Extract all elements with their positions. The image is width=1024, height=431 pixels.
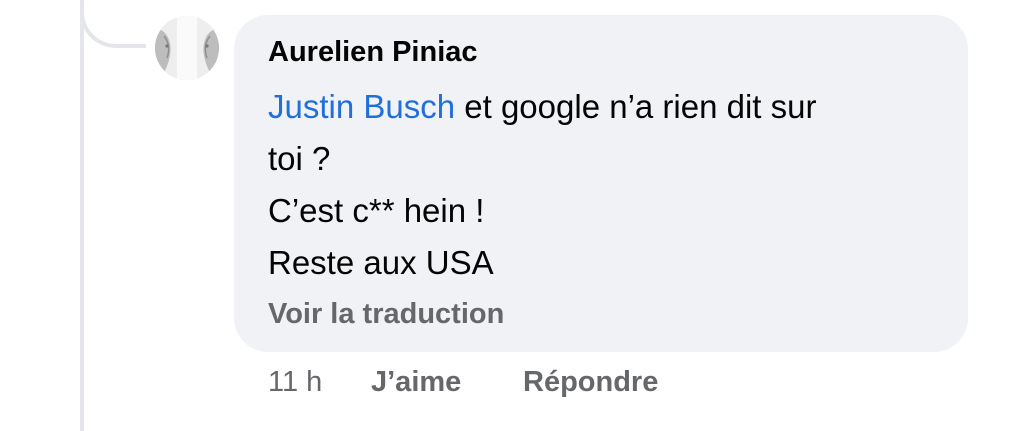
thread-connector: [80, 0, 146, 48]
comment-author[interactable]: Aurelien Piniac: [268, 36, 478, 69]
comment-text: Justin Busch et google n’a rien dit sur …: [268, 81, 948, 289]
see-translation-link[interactable]: Voir la traduction: [268, 298, 504, 331]
reply-button[interactable]: Répondre: [523, 366, 658, 399]
comment-line-1: Justin Busch et google n’a rien dit sur: [268, 81, 948, 133]
comment-line-4: Reste aux USA: [268, 244, 494, 281]
comment-timestamp[interactable]: 11 h: [268, 366, 322, 399]
comment-line-2: toi ?: [268, 140, 331, 177]
like-button[interactable]: J’aime: [371, 366, 461, 399]
profile-photo-icon: [155, 16, 219, 80]
mention-link[interactable]: Justin Busch: [268, 88, 455, 125]
comment-line-1-text: et google n’a rien dit sur: [455, 88, 817, 125]
comment-line-3: C’est c** hein !: [268, 192, 485, 229]
avatar[interactable]: [155, 16, 219, 80]
thread-line: [80, 0, 84, 431]
